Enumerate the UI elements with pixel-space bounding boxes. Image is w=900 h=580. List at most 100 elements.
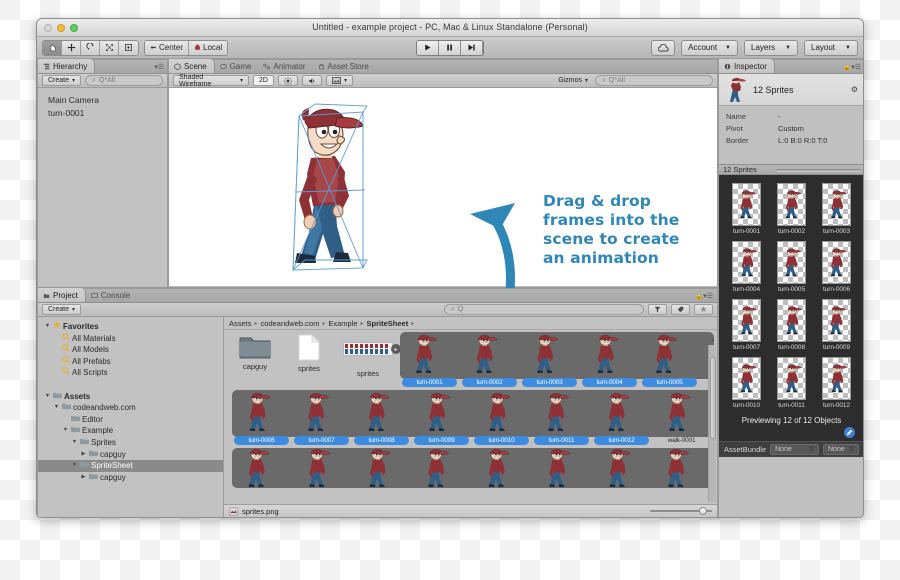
transform-tools-group[interactable] [42,39,139,56]
sprite-frame[interactable] [364,392,398,434]
sprite-strip-row-3[interactable] [232,448,714,488]
sprite-frame-tag[interactable]: turn-0005 [642,378,697,387]
inspector-sprite-cell[interactable]: turn-0009 [815,299,858,351]
tree-twisty-icon[interactable]: ▶ [80,472,87,484]
scene-lighting-toggle[interactable] [277,75,298,86]
tree-row-assets[interactable]: ▼ Assets [42,391,223,403]
project-favorite-button[interactable] [694,304,713,315]
tree-twisty-icon[interactable]: ▶ [80,449,87,461]
preview-paint-icon[interactable] [844,427,855,438]
scroll-up-icon[interactable]: ▲ [710,337,716,343]
tree-twisty-icon[interactable]: ▼ [44,321,51,333]
tree-row-all-materials[interactable]: All Materials [42,332,223,345]
sprite-frame-tag[interactable]: turn-0003 [522,378,577,387]
hierarchy-create-button[interactable]: Create ▾ [42,75,82,86]
sprite-frame[interactable] [532,334,566,376]
tree-row-favorites[interactable]: ▼ Favorites [42,321,223,333]
sprite-frame[interactable] [424,392,458,434]
breadcrumb-codeandweb[interactable]: codeandweb.com [261,319,320,328]
breadcrumb-assets[interactable]: Assets [229,319,252,328]
scrollbar-thumb[interactable] [710,357,716,439]
rotate-tool-icon[interactable] [81,40,100,55]
tree-row-spritesheet[interactable]: ▼ SpriteSheet [38,460,223,472]
tree-row-editor[interactable]: Editor [42,414,223,426]
sprite-strip-row-2[interactable] [232,390,714,437]
sprite-frame[interactable] [664,392,698,434]
assetbundle-variant-dropdown[interactable]: None ⇅ [823,444,859,455]
tree-row-all-models[interactable]: All Models [42,344,223,356]
tab-game[interactable]: Game [215,59,259,73]
sprite-frame-tag[interactable]: turn-0004 [582,378,637,387]
sprite-frame-tag[interactable]: walk-0001 [654,436,709,445]
rect-tool-icon[interactable] [119,40,138,55]
pivot-options-group[interactable]: Center Local [144,39,229,56]
sprite-frame-tag[interactable]: turn-0012 [594,436,649,445]
scene-search-input[interactable]: ⌕ Q*All [595,75,713,86]
sprite-frame[interactable] [304,392,338,434]
sprite-frame[interactable] [364,448,398,490]
inspector-sprite-grid[interactable]: turn-0001 turn-0002 turn-0003 turn-0004 … [719,175,863,413]
sprite-frame-tag[interactable]: turn-0007 [294,436,349,445]
project-lock-icon[interactable]: 🔒▾☰ [694,292,713,300]
sprite-frame[interactable] [484,392,518,434]
tab-project[interactable]: Project [38,288,86,302]
hierarchy-item-main-camera[interactable]: Main Camera [48,94,167,107]
tree-row-example[interactable]: ▼ Example [42,425,223,437]
scale-tool-icon[interactable] [100,40,119,55]
sprite-frame[interactable] [544,392,578,434]
step-button[interactable] [461,40,483,55]
scene-gizmos-dropdown[interactable]: Gizmos ▾ [555,75,591,86]
inspector-lock-icon[interactable]: 🔒▾☰ [842,63,861,71]
tree-twisty-icon[interactable]: ▼ [53,402,60,414]
sprite-frame[interactable] [244,392,278,434]
tree-row-all-scripts[interactable]: All Scripts [42,367,223,379]
tree-row-capguy[interactable]: ▶ capguy [42,449,223,461]
project-search-input[interactable]: ⌕ Q [444,304,644,315]
inspector-sprite-cell[interactable]: turn-0008 [770,299,813,351]
sprite-frame[interactable] [472,334,506,376]
project-create-button[interactable]: Create ▾ [42,304,82,315]
asset-item-spritesheet[interactable]: ▸ sprites [340,334,401,378]
inspector-sprite-cell[interactable]: turn-0003 [815,183,858,235]
hierarchy-item-turn-0001[interactable]: turn-0001 [48,107,167,120]
sprite-frame[interactable] [652,334,686,376]
pause-button[interactable] [439,40,461,55]
sprite-frame[interactable] [592,334,626,376]
inspector-sprite-cell[interactable]: turn-0005 [770,241,813,293]
tree-twisty-icon[interactable]: ▼ [71,460,78,472]
tree-twisty-icon[interactable]: ▼ [71,437,78,449]
inspector-sprite-cell[interactable]: turn-0001 [725,183,768,235]
pivot-mode-button[interactable]: Center [145,40,190,55]
sprite-frame[interactable] [604,448,638,490]
sprite-frame-tag[interactable]: turn-0001 [402,378,457,387]
inspector-sprite-cell[interactable]: turn-0007 [725,299,768,351]
sprite-frame[interactable] [304,448,338,490]
scene-canvas[interactable]: Drag & drop frames into the scene to cre… [169,88,717,286]
asset-browser[interactable]: capguy sprites ▸ sprites turn-0001 turn-… [224,330,717,517]
inspector-sprite-cell[interactable]: turn-0006 [815,241,858,293]
playback-controls[interactable] [416,39,484,56]
scene-draw-mode-dropdown[interactable]: Shaded Wireframe ▾ [173,74,249,88]
sprite-frame[interactable] [544,448,578,490]
scene-character-capguy[interactable] [275,100,371,276]
tab-hierarchy[interactable]: Hierarchy [38,59,96,73]
tab-console[interactable]: Console [86,288,137,302]
assetbundle-name-dropdown[interactable]: None ⇅ [770,444,819,455]
sprite-strip-row-1[interactable] [400,332,714,379]
tree-row-codeandweb-com[interactable]: ▼ codeandweb.com [42,402,223,414]
tab-animator[interactable]: Animator [258,59,312,73]
scene-2d-toggle[interactable]: 2D [253,75,274,86]
inspector-sprite-cell[interactable]: turn-0002 [770,183,813,235]
sprite-frame[interactable] [664,448,698,490]
inspector-sprite-cell[interactable]: turn-0012 [815,357,858,409]
layout-button[interactable]: Layout ▼ [804,39,858,56]
pivot-rotation-button[interactable]: Local [189,40,228,55]
breadcrumb-spritesheet[interactable]: SpriteSheet [367,319,409,328]
account-button[interactable]: Account ▼ [681,39,738,56]
tree-twisty-icon[interactable]: ▼ [62,425,69,437]
hand-tool-icon[interactable] [43,40,62,55]
tab-asset-store[interactable]: Asset Store [313,59,376,73]
breadcrumb[interactable]: Assets ▸ codeandweb.com ▸ Example ▸ Spri… [224,317,717,330]
sprite-frame[interactable] [412,334,446,376]
breadcrumb-example[interactable]: Example [328,319,357,328]
